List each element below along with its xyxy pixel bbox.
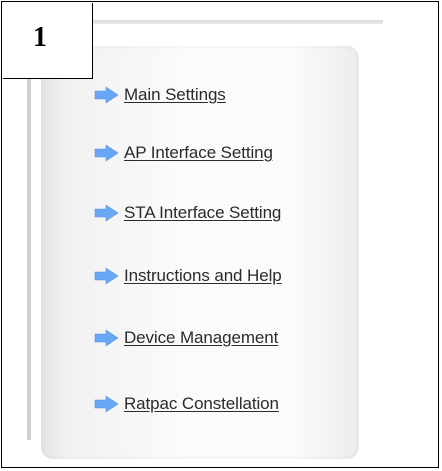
menu-link-label: Device Management [124, 328, 279, 347]
arrow-right-icon [94, 86, 119, 104]
arrow-right-icon [94, 329, 119, 347]
menu-link-sta-interface-setting[interactable]: STA Interface Setting [94, 201, 281, 225]
menu-link-label: Instructions and Help [124, 266, 282, 285]
menu-link-main-settings[interactable]: Main Settings [94, 83, 226, 107]
menu-link-label: STA Interface Setting [124, 203, 282, 222]
left-divider [27, 79, 31, 440]
menu-link-label: AP Interface Setting [124, 143, 273, 162]
menu-link-device-management[interactable]: Device Management [94, 326, 278, 350]
menu-link-label: Main Settings [124, 85, 226, 104]
arrow-right-icon [94, 204, 119, 222]
menu-link-label: Ratpac Constellation [124, 394, 279, 413]
step-number-box: 1 [3, 3, 93, 79]
menu-link-ap-interface-setting[interactable]: AP Interface Setting [94, 141, 273, 165]
top-divider [91, 20, 383, 24]
arrow-right-icon [94, 267, 119, 285]
step-number: 1 [33, 22, 47, 53]
document-frame: 1 Main Settings AP Interface Setting STA… [1, 1, 439, 468]
arrow-right-icon [94, 144, 119, 162]
menu-link-instructions-and-help[interactable]: Instructions and Help [94, 264, 282, 288]
arrow-right-icon [94, 395, 119, 413]
menu-link-ratpac-constellation[interactable]: Ratpac Constellation [94, 392, 279, 416]
